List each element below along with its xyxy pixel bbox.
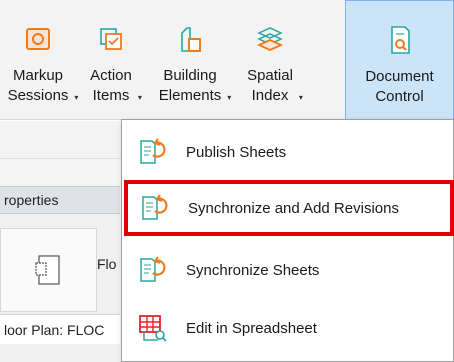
menu-item-label: Edit in Spreadsheet (186, 319, 317, 337)
building-elements-icon (175, 24, 205, 54)
spatial-index-button[interactable]: Spatial Index ▾ (234, 0, 306, 120)
action-items-button[interactable]: Action Items ▾ (76, 0, 146, 120)
publish-sheets-icon (132, 137, 174, 167)
view-name-field[interactable]: loor Plan: FLOC (0, 314, 120, 344)
floor-plan-type-icon (34, 255, 60, 285)
document-control-menu: Publish Sheets Synchronize and Add Revis… (121, 119, 454, 362)
action-items-icon (96, 24, 126, 54)
building-elements-button[interactable]: Building Elements ▾ (150, 0, 231, 120)
menu-item-synchronize-sheets[interactable]: Synchronize Sheets (122, 242, 453, 298)
menu-item-edit-in-spreadsheet[interactable]: Edit in Spreadsheet (122, 300, 453, 356)
spatial-index-icon (255, 24, 285, 54)
menu-item-synchronize-and-add-revisions[interactable]: Synchronize and Add Revisions (124, 180, 454, 236)
markup-sessions-icon (23, 24, 53, 54)
sync-sheets-icon (132, 255, 174, 285)
document-control-icon (385, 25, 415, 55)
ribbon-panel: Markup Sessions ▾ Action Items ▾ Building Ele… (0, 0, 454, 120)
properties-panel-title: roperties (0, 186, 120, 214)
document-control-button[interactable]: Document Control (345, 0, 454, 120)
menu-item-label: Publish Sheets (186, 143, 287, 161)
menu-item-label: Synchronize Sheets (186, 261, 320, 279)
type-selector-thumbnail[interactable] (0, 228, 97, 312)
spreadsheet-icon (132, 313, 174, 343)
menu-item-publish-sheets[interactable]: Publish Sheets (122, 124, 453, 180)
markup-sessions-button[interactable]: Markup Sessions ▾ (2, 0, 78, 120)
type-selector-label: Flo (97, 256, 117, 272)
sync-revisions-icon (134, 193, 176, 223)
menu-item-label: Synchronize and Add Revisions (188, 199, 399, 217)
